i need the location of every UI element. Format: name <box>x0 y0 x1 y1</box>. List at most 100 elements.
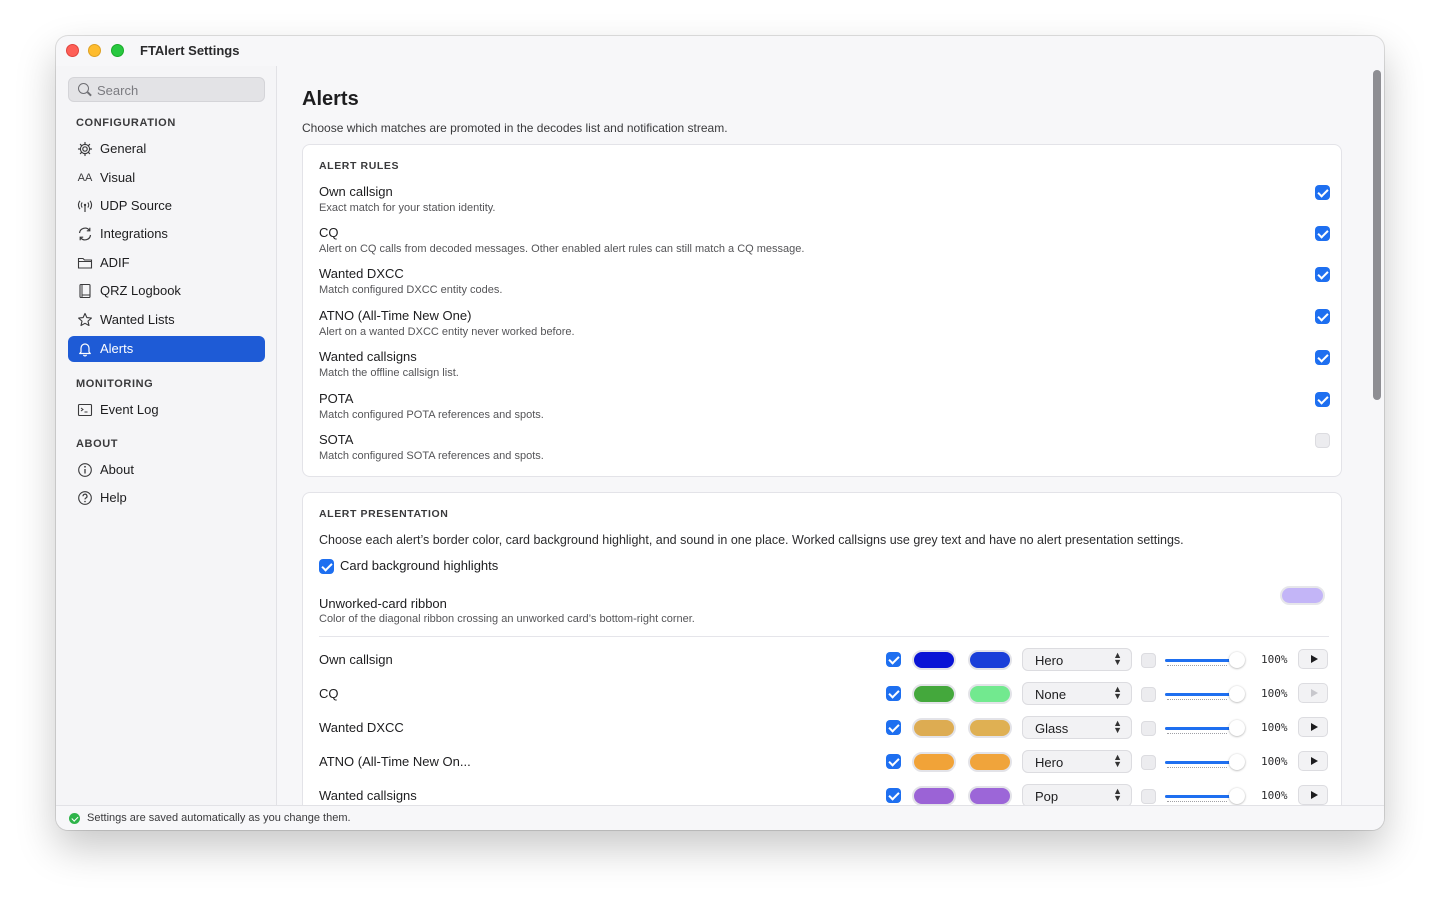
sidebar-item-label: Integrations <box>100 226 168 241</box>
chevron-up-down-icon: ▲ ▼ <box>1113 718 1122 735</box>
sidebar-item-udp-source[interactable]: UDP Source <box>68 193 265 219</box>
volume-slider[interactable] <box>1165 788 1245 804</box>
slider-ticks <box>1167 801 1227 803</box>
rule-cq: CQ Alert on CQ calls from decoded messag… <box>319 225 1330 265</box>
mute-checkbox[interactable] <box>1141 687 1156 702</box>
rule-checkbox[interactable] <box>1315 267 1330 282</box>
search-input[interactable]: Search <box>68 77 265 102</box>
rule-checkbox[interactable] <box>1315 309 1330 324</box>
mute-checkbox[interactable] <box>1141 721 1156 736</box>
border-color-well[interactable] <box>912 650 956 670</box>
rule-description: Exact match for your station identity. <box>319 202 496 214</box>
sidebar-item-adif[interactable]: ADIF <box>68 250 265 276</box>
chevron-up-down-icon: ▲ ▼ <box>1113 684 1122 701</box>
sound-popup[interactable]: Glass ▲ ▼ <box>1022 716 1132 739</box>
play-sound-button[interactable] <box>1298 649 1328 669</box>
terminal-icon <box>76 401 94 419</box>
alert-enabled-checkbox[interactable] <box>886 754 901 769</box>
ribbon-description: Color of the diagonal ribbon crossing an… <box>319 613 695 625</box>
close-window-button[interactable] <box>66 44 79 57</box>
rule-description: Match configured POTA references and spo… <box>319 409 544 421</box>
vertical-scrollbar[interactable] <box>1370 66 1384 805</box>
slider-ticks <box>1167 699 1227 701</box>
sidebar-item-label: QRZ Logbook <box>100 283 181 298</box>
sidebar-item-general[interactable]: General <box>68 136 265 162</box>
rule-title: Own callsign <box>319 184 393 199</box>
volume-percent: 100% <box>1261 755 1288 768</box>
play-sound-button[interactable] <box>1298 751 1328 771</box>
rule-title: ATNO (All-Time New One) <box>319 308 472 323</box>
rule-checkbox[interactable] <box>1315 433 1330 448</box>
volume-slider[interactable] <box>1165 652 1245 668</box>
volume-percent: 100% <box>1261 653 1288 666</box>
sidebar-item-label: UDP Source <box>100 198 173 213</box>
mute-checkbox[interactable] <box>1141 653 1156 668</box>
card-highlights-checkbox[interactable] <box>319 559 334 574</box>
rule-own-callsign: Own callsign Exact match for your statio… <box>319 184 1330 224</box>
background-color-well[interactable] <box>968 650 1012 670</box>
sidebar-item-qrz-logbook[interactable]: QRZ Logbook <box>68 278 265 304</box>
alert-enabled-checkbox[interactable] <box>886 720 901 735</box>
presentation-row-name: Wanted callsigns <box>319 788 417 803</box>
scrollbar-thumb[interactable] <box>1373 70 1381 400</box>
sidebar-item-alerts[interactable]: Alerts <box>68 336 265 362</box>
volume-slider[interactable] <box>1165 686 1245 702</box>
title-bar: FTAlert Settings <box>56 36 1384 66</box>
sound-popup[interactable]: Hero ▲ ▼ <box>1022 750 1132 773</box>
card-highlights-label: Card background highlights <box>340 558 499 573</box>
section-heading-monitoring: MONITORING <box>76 378 154 390</box>
info-icon <box>76 461 94 479</box>
alert-rules-card: ALERT RULES Own callsign Exact match for… <box>302 144 1342 477</box>
volume-slider[interactable] <box>1165 754 1245 770</box>
alert-enabled-checkbox[interactable] <box>886 788 901 803</box>
volume-slider[interactable] <box>1165 720 1245 736</box>
ribbon-title: Unworked-card ribbon <box>319 596 447 611</box>
sidebar-item-label: General <box>100 141 147 156</box>
alert-enabled-checkbox[interactable] <box>886 652 901 667</box>
sidebar-item-integrations[interactable]: Integrations <box>68 221 265 247</box>
background-color-well[interactable] <box>968 684 1012 704</box>
slider-knob[interactable] <box>1229 652 1245 668</box>
rule-checkbox[interactable] <box>1315 226 1330 241</box>
border-color-well[interactable] <box>912 752 956 772</box>
rule-checkbox[interactable] <box>1315 350 1330 365</box>
border-color-well[interactable] <box>912 684 956 704</box>
presentation-row-name: Wanted DXCC <box>319 720 404 735</box>
mute-checkbox[interactable] <box>1141 789 1156 804</box>
background-color-well[interactable] <box>968 752 1012 772</box>
sidebar-item-about[interactable]: About <box>68 457 265 483</box>
background-color-well[interactable] <box>968 786 1012 805</box>
slider-fill <box>1165 795 1231 798</box>
rule-description: Match configured SOTA references and spo… <box>319 450 544 462</box>
sidebar-item-wanted-lists[interactable]: Wanted Lists <box>68 307 265 333</box>
slider-knob[interactable] <box>1229 754 1245 770</box>
play-sound-button[interactable] <box>1298 717 1328 737</box>
status-bar: Settings are saved automatically as you … <box>56 805 1384 830</box>
sound-popup[interactable]: Hero ▲ ▼ <box>1022 648 1132 671</box>
sound-popup[interactable]: None ▲ ▼ <box>1022 682 1132 705</box>
sound-popup[interactable]: Pop ▲ ▼ <box>1022 784 1132 805</box>
rule-checkbox[interactable] <box>1315 392 1330 407</box>
ribbon-color-well[interactable] <box>1280 586 1325 605</box>
mute-checkbox[interactable] <box>1141 755 1156 770</box>
play-sound-button[interactable] <box>1298 785 1328 805</box>
section-heading-configuration: CONFIGURATION <box>76 117 176 129</box>
rule-description: Match the offline callsign list. <box>319 367 459 379</box>
border-color-well[interactable] <box>912 786 956 805</box>
settings-window: FTAlert Settings Search CONFIGURATION Ge… <box>56 36 1384 830</box>
presentation-row-name: Own callsign <box>319 652 393 667</box>
zoom-window-button[interactable] <box>111 44 124 57</box>
rule-checkbox[interactable] <box>1315 185 1330 200</box>
minimize-window-button[interactable] <box>88 44 101 57</box>
slider-knob[interactable] <box>1229 686 1245 702</box>
volume-percent: 100% <box>1261 789 1288 802</box>
slider-knob[interactable] <box>1229 720 1245 736</box>
slider-knob[interactable] <box>1229 788 1245 804</box>
border-color-well[interactable] <box>912 718 956 738</box>
sidebar-item-event-log[interactable]: Event Log <box>68 397 265 423</box>
background-color-well[interactable] <box>968 718 1012 738</box>
play-sound-button[interactable] <box>1298 683 1328 703</box>
alert-enabled-checkbox[interactable] <box>886 686 901 701</box>
sidebar-item-help[interactable]: Help <box>68 485 265 511</box>
sidebar-item-visual[interactable]: AA Visual <box>68 165 265 191</box>
